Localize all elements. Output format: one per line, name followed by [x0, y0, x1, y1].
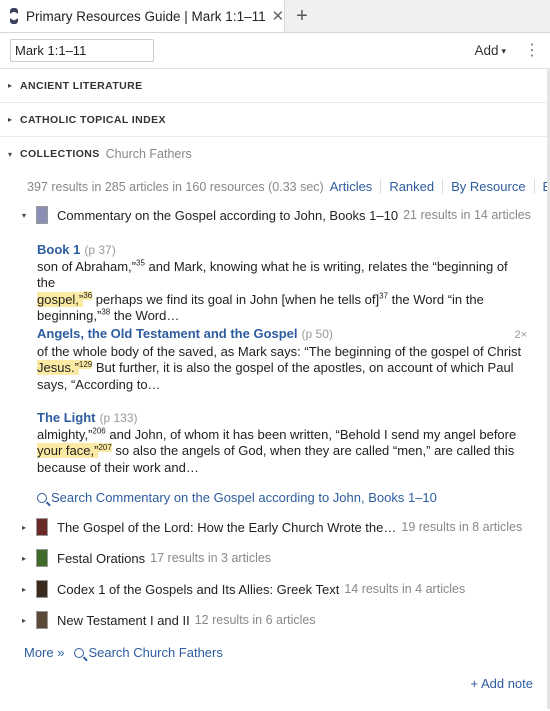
hit-line: son of Abraham,”35 and Mark, knowing wha… [37, 258, 508, 291]
footer-links: More » Search Church Fathers [24, 645, 223, 660]
expand-arrow-icon[interactable]: ▸ [8, 81, 20, 90]
resource-row[interactable]: ▸ The Gospel of the Lord: How the Early … [22, 518, 522, 536]
search-hit: The Light (p 133) almighty,”206 and John… [37, 410, 527, 476]
resource-row[interactable]: ▸ New Testament I and II 12 results in 6… [22, 611, 316, 629]
hit-page: (p 37) [84, 243, 116, 257]
search-hit: Book 1 (p 37) son of Abraham,”35 and Mar… [37, 242, 527, 325]
add-menu-button[interactable]: Add ▾ [474, 43, 506, 58]
search-collection-label: Search Church Fathers [88, 645, 223, 660]
view-by-resource-link[interactable]: By Resource [442, 179, 533, 194]
add-note-button[interactable]: + Add note [470, 676, 533, 691]
results-header: 397 results in 285 articles in 160 resou… [27, 179, 550, 194]
expand-arrow-icon[interactable]: ▸ [22, 585, 36, 594]
search-icon [74, 648, 85, 658]
hit-line: of the whole body of the saved, as Mark … [37, 343, 522, 359]
collapse-arrow-icon[interactable]: ▾ [8, 150, 20, 159]
book-cover-icon [36, 580, 48, 598]
hit-line: because of their work and… [37, 459, 199, 475]
section-catholic-topical-index[interactable]: ▸ CATHOLIC TOPICAL INDEX [0, 103, 550, 137]
toolbar: Add▾ ⋮ [0, 33, 550, 69]
hit-title-link[interactable]: Book 1 [37, 242, 80, 259]
resource-title[interactable]: The Gospel of the Lord: How the Early Ch… [57, 520, 396, 535]
more-options-icon[interactable]: ⋮ [524, 42, 540, 59]
tab-bar: Primary Resources Guide | Mark 1:1–11 ✕ … [0, 0, 550, 33]
chevron-down-icon: ▾ [501, 46, 506, 56]
resource-meta: 14 results in 4 articles [344, 582, 466, 596]
tab-primary-resources-guide[interactable]: Primary Resources Guide | Mark 1:1–11 ✕ [0, 0, 285, 32]
search-resource-link[interactable]: Search Commentary on the Gospel accordin… [37, 490, 437, 505]
section-title: CATHOLIC TOPICAL INDEX [20, 113, 166, 126]
collapse-arrow-icon[interactable]: ▾ [22, 211, 36, 220]
section-title: COLLECTIONS [20, 148, 100, 160]
resource-meta: 19 results in 8 articles [401, 520, 523, 534]
expand-arrow-icon[interactable]: ▸ [8, 115, 20, 124]
resource-title[interactable]: New Testament I and II [57, 613, 190, 628]
resource-title[interactable]: Commentary on the Gospel according to Jo… [57, 208, 398, 223]
resource-title[interactable]: Festal Orations [57, 551, 145, 566]
book-cover-icon [36, 206, 48, 224]
book-cover-icon [36, 611, 48, 629]
hit-title-link[interactable]: The Light [37, 410, 96, 427]
expand-arrow-icon[interactable]: ▸ [22, 523, 36, 532]
search-hit: Angels, the Old Testament and the Gospel… [37, 326, 527, 393]
resource-meta: 21 results in 14 articles [403, 208, 531, 222]
section-ancient-literature[interactable]: ▸ ANCIENT LITERATURE [0, 69, 550, 103]
section-collections[interactable]: ▾ COLLECTIONS Church Fathers [0, 137, 550, 171]
reference-input[interactable] [10, 39, 154, 62]
results-count: 397 results in 285 articles in 160 resou… [27, 179, 324, 194]
hit-page: (p 50) [301, 327, 333, 341]
hit-line: gospel,”36 perhaps we find its goal in J… [37, 291, 484, 307]
search-resource-label: Search Commentary on the Gospel accordin… [51, 490, 437, 505]
tab-title: Primary Resources Guide | Mark 1:1–11 [26, 8, 266, 24]
collection-name[interactable]: Church Fathers [106, 147, 192, 161]
resource-meta: 17 results in 3 articles [150, 551, 272, 565]
resource-row[interactable]: ▾ Commentary on the Gospel according to … [22, 206, 531, 224]
search-icon [37, 493, 47, 503]
search-collection-link[interactable]: Search Church Fathers [74, 645, 223, 660]
hit-line: almighty,”206 and John, of whom it has b… [37, 426, 517, 442]
more-link[interactable]: More » [24, 645, 64, 660]
resource-title[interactable]: Codex 1 of the Gospels and Its Allies: G… [57, 582, 339, 597]
expand-arrow-icon[interactable]: ▸ [22, 616, 36, 625]
resource-row[interactable]: ▸ Festal Orations 17 results in 3 articl… [22, 549, 271, 567]
hit-count-badge: 2× [514, 329, 527, 341]
hit-line: your face,”207 so also the angels of God… [37, 442, 515, 458]
view-ranked-link[interactable]: Ranked [380, 179, 442, 194]
book-cover-icon [36, 518, 48, 536]
hit-line: says, “According to… [37, 376, 161, 392]
resource-row[interactable]: ▸ Codex 1 of the Gospels and Its Allies:… [22, 580, 465, 598]
new-tab-button[interactable]: + [285, 0, 319, 32]
resource-meta: 12 results in 6 articles [194, 613, 316, 627]
hit-line: Jesus.”129 But further, it is also the g… [37, 359, 514, 375]
guide-icon [10, 8, 18, 24]
hit-page: (p 133) [99, 411, 138, 425]
book-cover-icon [36, 549, 48, 567]
section-title: ANCIENT LITERATURE [20, 79, 143, 92]
add-label: Add [474, 43, 499, 58]
hit-title-link[interactable]: Angels, the Old Testament and the Gospel [37, 326, 298, 343]
expand-arrow-icon[interactable]: ▸ [22, 554, 36, 563]
view-articles-link[interactable]: Articles [330, 179, 381, 194]
hit-line: beginning,”38 the Word… [37, 307, 180, 323]
close-icon[interactable]: ✕ [272, 7, 285, 25]
